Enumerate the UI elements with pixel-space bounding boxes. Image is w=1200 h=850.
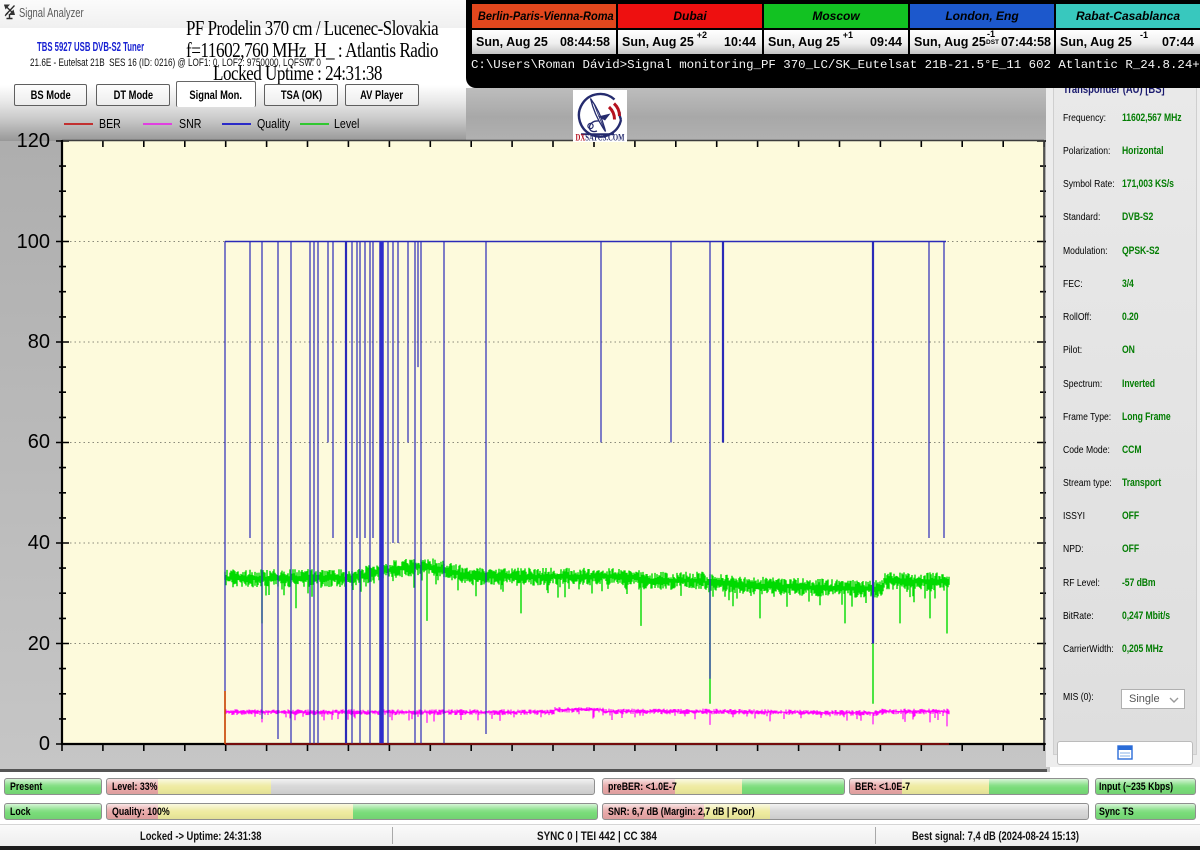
svg-text:DXSATCS.COM: DXSATCS.COM <box>576 133 625 143</box>
